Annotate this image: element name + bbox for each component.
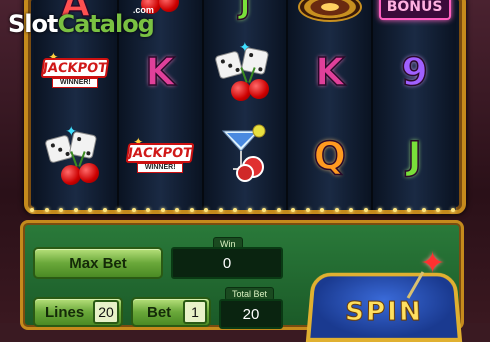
letter-k: K	[314, 49, 345, 95]
letter-nine: 9	[401, 49, 429, 95]
bulb-light	[44, 208, 49, 212]
bulb-light	[146, 208, 150, 212]
winner-text: WINNER!	[52, 78, 99, 88]
letter-j: J	[407, 133, 423, 179]
bulb-light	[59, 208, 63, 212]
bulb-light	[349, 208, 353, 212]
reel-4: K Q	[288, 0, 374, 210]
reel-3: J ✦	[203, 0, 289, 210]
bulb-light	[30, 208, 34, 212]
symbol-roulette	[288, 0, 371, 24]
lines-label: Lines	[45, 303, 85, 321]
letter-j: J	[239, 0, 252, 21]
symbol-k: K	[119, 44, 202, 100]
marquee-lights	[24, 208, 466, 214]
win-display: 0	[171, 247, 283, 279]
bulb-light	[131, 208, 136, 212]
bulb-light	[247, 208, 252, 212]
winner-text: WINNER!	[137, 163, 184, 173]
symbol-j-2: J	[373, 126, 456, 186]
bulb-light	[392, 208, 397, 212]
symbol-q: Q	[288, 126, 371, 186]
total-bet-display: 20	[219, 299, 283, 329]
bulb-light	[88, 208, 92, 212]
cocktail-icon	[215, 123, 275, 183]
reel-5: BONUS 9 J	[373, 0, 456, 210]
symbol-jackpot-2: ✦ JACKPOT WINNER!	[119, 126, 202, 186]
bulb-light	[363, 208, 368, 212]
roulette-icon	[297, 0, 362, 22]
symbol-cocktail	[204, 118, 287, 188]
symbol-nine: 9	[373, 44, 456, 100]
star-wand-icon: ✦	[420, 247, 446, 280]
symbol-dice-cherries: ✦	[34, 116, 117, 196]
bulb-light	[436, 208, 440, 212]
bulb-light	[276, 208, 281, 212]
jackpot-symbol: ✦ JACKPOT WINNER!	[125, 135, 195, 177]
bulb-light	[189, 208, 194, 212]
max-bet-button[interactable]: Max Bet	[33, 247, 163, 279]
bulb-light	[204, 208, 208, 212]
bulb-light	[102, 208, 107, 212]
jackpot-text: JACKPOT	[127, 145, 194, 161]
bulb-light	[305, 208, 310, 212]
bulb-light	[73, 208, 78, 212]
bulb-light	[262, 208, 266, 212]
symbol-bonus: BONUS	[373, 0, 456, 22]
jackpot-text: JACKPOT	[42, 60, 109, 76]
dice-cherries-icon: ✦	[213, 39, 277, 101]
bonus-icon: BONUS	[378, 0, 451, 20]
bulb-light	[117, 208, 121, 212]
bulb-light	[175, 208, 179, 212]
jackpot-symbol: ✦ JACKPOT WINNER!	[40, 50, 110, 92]
slotcatalog-logo: SlotCatalog .com	[8, 5, 155, 38]
bet-label: Bet	[147, 303, 172, 321]
bulb-light	[450, 208, 455, 212]
bulb-light	[291, 208, 295, 212]
bulb-light	[334, 208, 339, 212]
lines-value: 20	[93, 300, 119, 324]
bulb-light	[421, 208, 426, 212]
letter-q: Q	[313, 133, 347, 179]
control-panel: Max Bet Win 0 Lines 20 Bet 1 Total Bet 2…	[20, 220, 464, 342]
bulb-light	[320, 208, 324, 212]
bulb-light	[407, 208, 411, 212]
symbol-k-2: K	[288, 44, 371, 100]
dice-cherries-icon: ✦	[43, 123, 107, 185]
bulb-light	[160, 208, 165, 212]
symbol-j: J	[204, 0, 287, 21]
bonus-text: BONUS	[386, 0, 443, 15]
bet-value: 1	[183, 300, 207, 324]
bulb-light	[218, 208, 223, 212]
spin-label: SPIN	[344, 297, 424, 328]
bulb-light	[378, 208, 382, 212]
logo-com: .com	[132, 5, 154, 15]
symbol-dice-cherries-2: ✦	[204, 32, 287, 112]
symbol-jackpot: ✦ JACKPOT WINNER!	[34, 46, 117, 96]
letter-k: K	[145, 49, 176, 95]
spin-button[interactable]: SPIN	[305, 272, 463, 342]
logo-slot: Slot	[8, 10, 58, 38]
bulb-light	[233, 208, 237, 212]
